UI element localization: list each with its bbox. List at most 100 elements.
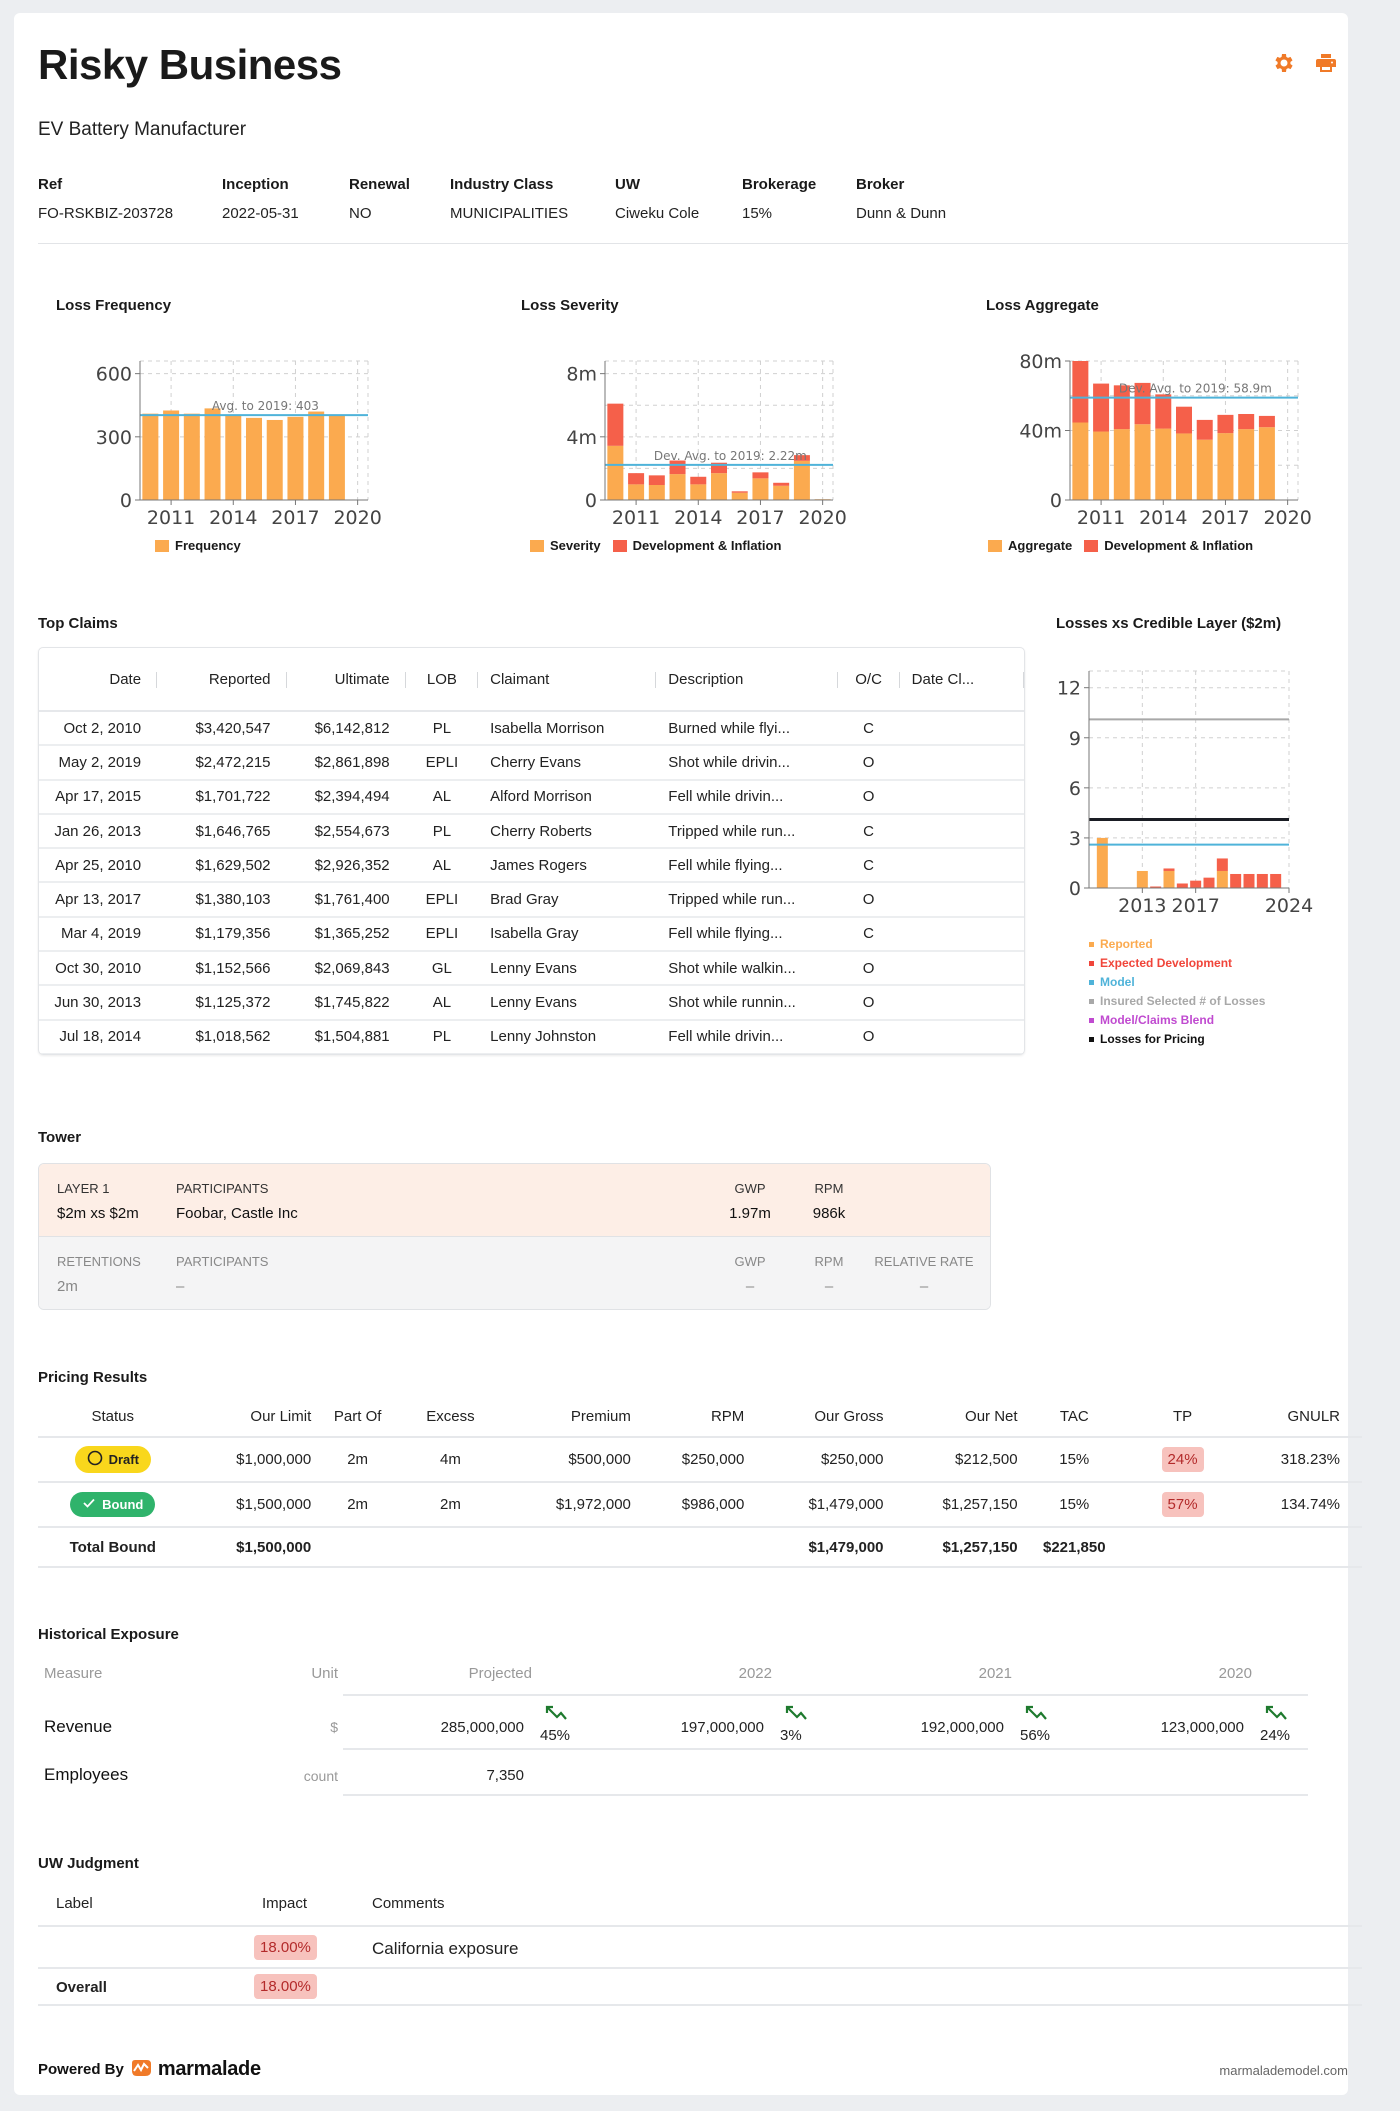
tower-table: LAYER 1 $2m xs $2m PARTICIPANTS Foobar, Ca… — [38, 1163, 991, 1310]
column-resize-handle[interactable] — [1023, 672, 1024, 688]
bar-expected-development-2016 — [1176, 883, 1188, 888]
site-link[interactable]: marmalademodel.com — [1219, 2063, 1348, 2078]
meta-value: NO — [349, 205, 372, 222]
pricing-cell: 15% — [1017, 1437, 1131, 1483]
meta-value: 2022-05-31 — [222, 205, 299, 222]
table-cell: $1,504,881 — [286, 1019, 406, 1054]
bar-frequency-2013 — [204, 408, 221, 500]
y-tick-label: 3 — [1069, 828, 1081, 850]
table-cell: Brad Gray — [478, 882, 657, 918]
column-header[interactable]: Ultimate — [286, 648, 406, 712]
tower-layer-row[interactable]: LAYER 1 $2m xs $2m PARTICIPANTS Foobar, Ca… — [39, 1164, 990, 1237]
revenue-value: 123,000,000 — [1160, 1719, 1244, 1736]
pricing-cell: 2m — [404, 1482, 497, 1528]
meta-label: Broker — [856, 176, 905, 193]
column-header[interactable]: Description — [656, 648, 838, 712]
column-header[interactable]: Reported — [157, 648, 287, 712]
table-cell — [899, 848, 1024, 884]
table-cell: Fell while flying... — [656, 848, 838, 884]
measure-revenue: Revenue — [44, 1717, 113, 1736]
legend-marker — [1089, 1037, 1094, 1042]
table-cell: Isabella Gray — [478, 916, 657, 953]
table-cell: $1,761,400 — [286, 882, 406, 918]
tower-title: Tower — [38, 1129, 82, 1146]
meta-value: Dunn & Dunn — [856, 205, 947, 222]
x-tick-label: 2017 — [271, 507, 319, 529]
judgment-row[interactable]: 18.00% California exposure — [38, 1927, 1362, 1969]
gwp-label: GWP — [734, 1254, 766, 1269]
column-header[interactable]: Date — [39, 648, 158, 712]
meta-field: UW Ciweku Cole — [615, 176, 742, 222]
table-row[interactable]: Apr 17, 2015 $1,701,722 $2,394,494 AL Alford… — [39, 779, 1024, 815]
table-cell: C — [837, 711, 900, 747]
table-cell: EPLI — [405, 745, 479, 781]
meta-field: Renewal NO — [349, 176, 450, 222]
impact-badge: 18.00% — [254, 1935, 317, 1960]
table-cell: $6,142,812 — [286, 711, 406, 747]
table-cell: AL — [405, 779, 479, 815]
losses-xs-legend: Reported Expected Development Model Insured… — [1089, 935, 1265, 1049]
legend-item[interactable]: Reported — [1089, 935, 1265, 954]
reference-line-label: Avg. to 2019: 403 — [212, 399, 319, 413]
legend-item[interactable]: Losses for Pricing — [1089, 1030, 1265, 1049]
printer-icon[interactable] — [1314, 51, 1338, 75]
status-badge[interactable]: Bound — [70, 1492, 156, 1517]
powered-by-label: Powered By — [38, 2061, 124, 2078]
table-cell: Shot while runnin... — [656, 985, 838, 1021]
revenue-value: 197,000,000 — [680, 1719, 764, 1736]
legend-item[interactable]: Frequency — [155, 538, 241, 553]
x-tick-label: 2020 — [333, 507, 381, 529]
table-row[interactable]: Oct 2, 2010 $3,420,547 $6,142,812 PL Isabell… — [39, 711, 1024, 747]
bar-reported-2019 — [1216, 870, 1228, 888]
column-header[interactable]: O/C — [837, 648, 900, 712]
legend-item[interactable]: Expected Development — [1089, 954, 1265, 973]
legend-item[interactable]: Severity — [530, 538, 601, 553]
table-row[interactable]: May 2, 2019 $2,472,215 $2,861,898 EPLI Cherr… — [39, 745, 1024, 781]
table-row[interactable]: Apr 25, 2010 $1,629,502 $2,926,352 AL James … — [39, 848, 1024, 884]
table-cell: Fell while drivin... — [656, 779, 838, 815]
column-header: Excess — [404, 1397, 497, 1438]
pricing-row[interactable]: Draft $1,000,000 2m 4m $500,000 $250,000 $250,… — [38, 1437, 1362, 1483]
bar-severity-2010 — [607, 445, 624, 500]
total-cell: $1,500,000 — [187, 1527, 312, 1568]
column-header: Our Net — [883, 1397, 1018, 1438]
column-header: TP — [1130, 1397, 1235, 1438]
column-header: Our Limit — [187, 1397, 312, 1438]
table-row[interactable]: Jul 18, 2014 $1,018,562 $1,504,881 PL Lenny … — [39, 1019, 1024, 1054]
table-cell — [899, 711, 1024, 747]
tower-retentions-row: RETENTIONS 2m PARTICIPANTS – GWP – RPM – REL… — [39, 1237, 990, 1309]
x-tick-label: 2017 — [1171, 895, 1219, 917]
table-row[interactable]: Oct 30, 2010 $1,152,566 $2,069,843 GL Lenny … — [39, 951, 1024, 987]
column-header[interactable]: Date Cl... — [899, 648, 1024, 712]
table-row[interactable]: Apr 13, 2017 $1,380,103 $1,761,400 EPLI Brad… — [39, 882, 1024, 918]
table-row[interactable]: Mar 4, 2019 $1,179,356 $1,365,252 EPLI Isabe… — [39, 916, 1024, 953]
y-tick-label: 300 — [96, 427, 132, 449]
legend-item[interactable]: Development & Inflation — [1084, 538, 1253, 553]
pricing-cell: 2m — [311, 1437, 405, 1483]
column-header[interactable]: LOB — [405, 648, 479, 712]
y-tick-label: 600 — [96, 364, 132, 386]
table-row[interactable]: Jan 26, 2013 $1,646,765 $2,554,673 PL Cherry… — [39, 813, 1024, 850]
pricing-cell: Draft — [38, 1437, 188, 1483]
table-row[interactable]: Jun 30, 2013 $1,125,372 $1,745,822 AL Lenny … — [39, 985, 1024, 1021]
column-header[interactable]: Claimant — [478, 648, 657, 712]
column-header: Our Gross — [744, 1397, 884, 1438]
legend-item[interactable]: Development & Inflation — [612, 538, 781, 553]
status-badge[interactable]: Draft — [74, 1446, 151, 1473]
gear-icon[interactable] — [1272, 51, 1296, 75]
page-title: Risky Business — [38, 41, 342, 88]
legend-item[interactable]: Model/Claims Blend — [1089, 1011, 1265, 1030]
divider — [38, 243, 1348, 244]
loss-severity-legend: Severity Development & Inflation — [530, 538, 781, 553]
revenue-change: 56% — [1020, 1727, 1051, 1744]
pricing-row[interactable]: Bound $1,500,000 2m 2m $1,972,000 $986,000 $1,… — [38, 1482, 1362, 1528]
y-tick-label: 4m — [566, 427, 597, 449]
x-tick-label: 2014 — [209, 507, 257, 529]
legend-item[interactable]: Insured Selected # of Losses — [1089, 992, 1265, 1011]
retentions-label: RETENTIONS — [57, 1254, 141, 1269]
legend-item[interactable]: Model — [1089, 973, 1265, 992]
retentions-value: 2m — [57, 1278, 78, 1295]
legend-item[interactable]: Aggregate — [988, 538, 1072, 553]
pricing-cell: $1,479,000 — [744, 1482, 884, 1528]
meta-value: 15% — [742, 205, 773, 222]
